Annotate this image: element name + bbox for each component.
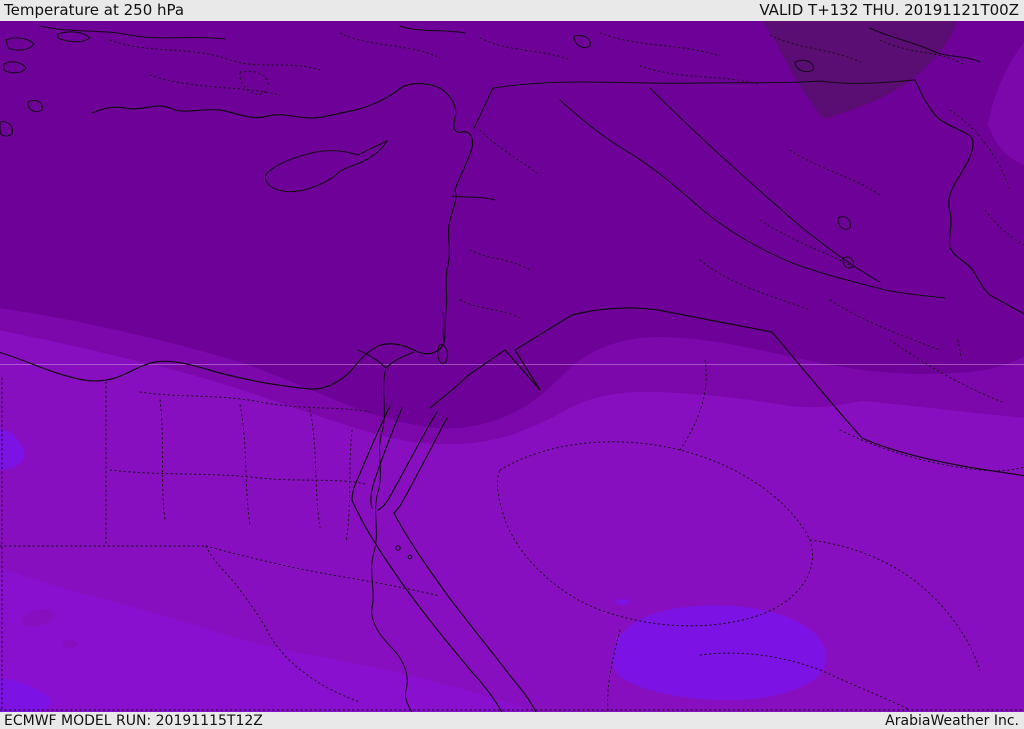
- footer-bar: ECMWF MODEL RUN: 20191115T12Z ArabiaWeat…: [0, 712, 1024, 729]
- brand-label: ArabiaWeather Inc.: [885, 712, 1019, 729]
- band-island: [62, 640, 78, 648]
- header-bar: Temperature at 250 hPa VALID T+132 THU. …: [0, 0, 1024, 21]
- page-title: Temperature at 250 hPa: [4, 1, 185, 19]
- warm-pocket-dot: [616, 599, 630, 605]
- jordan-river: [442, 311, 445, 343]
- weather-map-screen: Temperature at 250 hPa VALID T+132 THU. …: [0, 0, 1024, 729]
- temperature-bands: [0, 21, 1024, 712]
- temperature-map: [0, 21, 1024, 712]
- valid-time-label: VALID T+132 THU. 20191121T00Z: [759, 1, 1019, 19]
- model-run-label: ECMWF MODEL RUN: 20191115T12Z: [4, 712, 263, 729]
